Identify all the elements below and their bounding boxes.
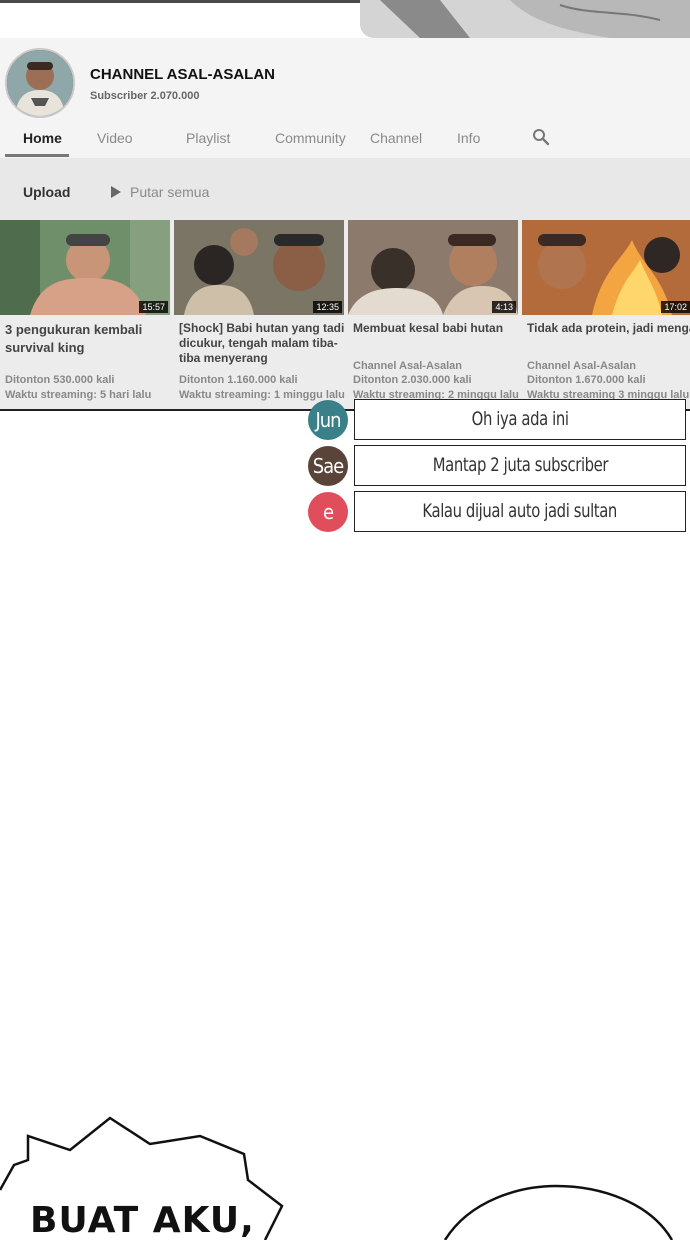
- search-icon[interactable]: [532, 128, 550, 146]
- video-title[interactable]: 3 pengukuran kembali survival king: [5, 321, 173, 357]
- video-channel[interactable]: Channel Asal-Asalan: [527, 360, 636, 372]
- chat-avatar: e: [308, 492, 348, 532]
- chat-message-text: Oh iya ada ini: [471, 408, 569, 430]
- video-channel[interactable]: Channel Asal-Asalan: [353, 360, 462, 372]
- video-card[interactable]: 15:57 3 pengukuran kembali survival king…: [0, 220, 170, 410]
- video-views: Ditonton 530.000 kali: [5, 374, 115, 386]
- video-row: 15:57 3 pengukuran kembali survival king…: [0, 220, 690, 410]
- play-icon[interactable]: [111, 186, 121, 198]
- channel-banner: [0, 0, 690, 38]
- video-thumbnail[interactable]: 15:57: [0, 220, 170, 315]
- video-thumbnail[interactable]: 12:35: [174, 220, 344, 315]
- chat-message: Mantap 2 juta subscriber: [354, 445, 686, 486]
- video-upload-time: Waktu streaming: 1 minggu lalu: [179, 389, 345, 401]
- banner-illustration: [360, 0, 690, 38]
- video-duration: 15:57: [139, 301, 168, 313]
- tab-home[interactable]: Home: [23, 130, 62, 146]
- comic-speech-text: BUAT AKU,: [30, 1200, 255, 1241]
- tab-playlist[interactable]: Playlist: [186, 130, 230, 146]
- video-duration: 17:02: [661, 301, 690, 313]
- video-upload-time: Waktu streaming: 5 hari lalu: [5, 389, 152, 401]
- video-views: Ditonton 1.670.000 kali: [527, 374, 646, 386]
- active-tab-indicator: [5, 154, 69, 157]
- video-title[interactable]: Membuat kesal babi hutan: [353, 321, 521, 336]
- chat-message-text: Mantap 2 juta subscriber: [432, 454, 608, 476]
- video-thumbnail[interactable]: 4:13: [348, 220, 518, 315]
- play-all-button[interactable]: Putar semua: [130, 184, 209, 200]
- video-views: Ditonton 1.160.000 kali: [179, 374, 298, 386]
- chat-message: Oh iya ada ini: [354, 399, 686, 440]
- chat-avatar: Sae: [308, 446, 348, 486]
- tab-video[interactable]: Video: [97, 130, 133, 146]
- channel-avatar[interactable]: [5, 48, 75, 118]
- banner-image-strip: [0, 0, 360, 3]
- video-card[interactable]: 4:13 Membuat kesal babi hutan Channel As…: [348, 220, 521, 410]
- tab-info[interactable]: Info: [457, 130, 480, 146]
- video-duration: 4:13: [492, 301, 516, 313]
- video-card[interactable]: 17:02 Tidak ada protein, jadi mengamuk C…: [522, 220, 690, 410]
- upload-section-header: [0, 158, 690, 220]
- chat-message-text: Kalau dijual auto jadi sultan: [422, 500, 618, 522]
- chat-avatar: Jun: [308, 400, 348, 440]
- video-duration: 12:35: [313, 301, 342, 313]
- video-views: Ditonton 2.030.000 kali: [353, 374, 472, 386]
- upload-section-title: Upload: [23, 184, 71, 200]
- channel-name: CHANNEL ASAL-ASALAN: [90, 66, 275, 83]
- video-thumbnail[interactable]: 17:02: [522, 220, 690, 315]
- video-title[interactable]: Tidak ada protein, jadi mengamuk: [527, 321, 690, 336]
- tab-channel[interactable]: Channel: [370, 130, 422, 146]
- video-title[interactable]: [Shock] Babi hutan yang tadi dicukur, te…: [179, 321, 347, 366]
- video-card[interactable]: 12:35 [Shock] Babi hutan yang tadi dicuk…: [174, 220, 347, 410]
- subscriber-count: Subscriber 2.070.000: [90, 90, 200, 102]
- tab-community[interactable]: Community: [275, 130, 346, 146]
- chat-message: Kalau dijual auto jadi sultan: [354, 491, 686, 532]
